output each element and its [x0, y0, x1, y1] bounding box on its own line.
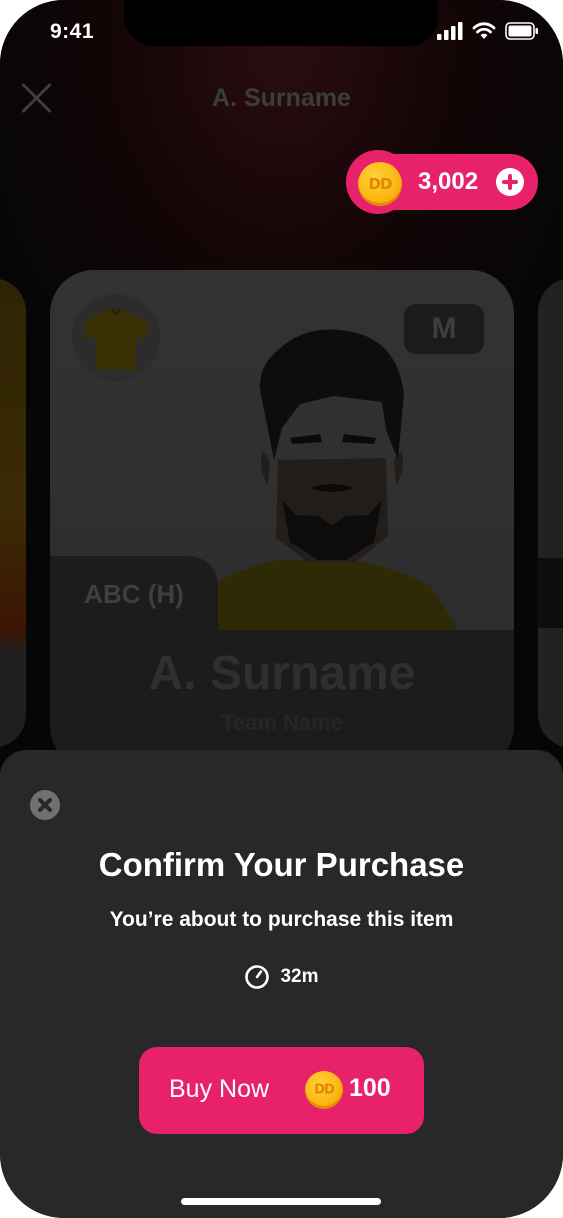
next-card[interactable]: [538, 278, 563, 748]
coin-icon: DD: [358, 162, 402, 206]
team-shirt-icon: [72, 294, 160, 382]
page-title: A. Surname: [212, 84, 351, 112]
purchase-sheet: Confirm Your Purchase You’re about to pu…: [0, 750, 563, 1218]
sheet-subtitle: You’re about to purchase this item: [109, 908, 454, 931]
coin-balance-pill[interactable]: DD 3,002: [346, 150, 538, 214]
coin-balance: 3,002: [418, 168, 479, 195]
price: 100: [349, 1074, 391, 1102]
timer-icon: [245, 965, 270, 989]
buy-now-button[interactable]: Buy Now DD 100: [139, 1047, 424, 1134]
close-sheet-button[interactable]: [30, 790, 60, 820]
wifi-icon: [472, 22, 496, 39]
cellular-signal-icon: [437, 22, 463, 40]
phone-screen: 9:41 A. Surname DD 3,002 M ABC (H) A. Su…: [0, 0, 563, 1218]
team-name: Team Name: [221, 710, 343, 735]
previous-card[interactable]: [0, 278, 26, 748]
coin-icon: DD: [305, 1071, 343, 1109]
add-coins-button[interactable]: [496, 168, 524, 196]
timer-value: 32m: [280, 966, 319, 987]
battery-icon: [505, 22, 538, 40]
home-indicator[interactable]: [181, 1198, 381, 1205]
buy-now-label: Buy Now: [169, 1075, 270, 1103]
name-plate: A. Surname Team Name: [50, 630, 514, 770]
timer-row: 32m: [0, 964, 563, 990]
notch: [124, 0, 438, 46]
player-card[interactable]: M ABC (H) A. Surname Team Name: [50, 270, 514, 770]
player-name: A. Surname: [148, 647, 416, 700]
status-icons: [437, 22, 539, 40]
fixture-tag: ABC (H): [50, 556, 218, 632]
status-time: 9:41: [50, 20, 95, 43]
sheet-title: Confirm Your Purchase: [98, 846, 465, 883]
